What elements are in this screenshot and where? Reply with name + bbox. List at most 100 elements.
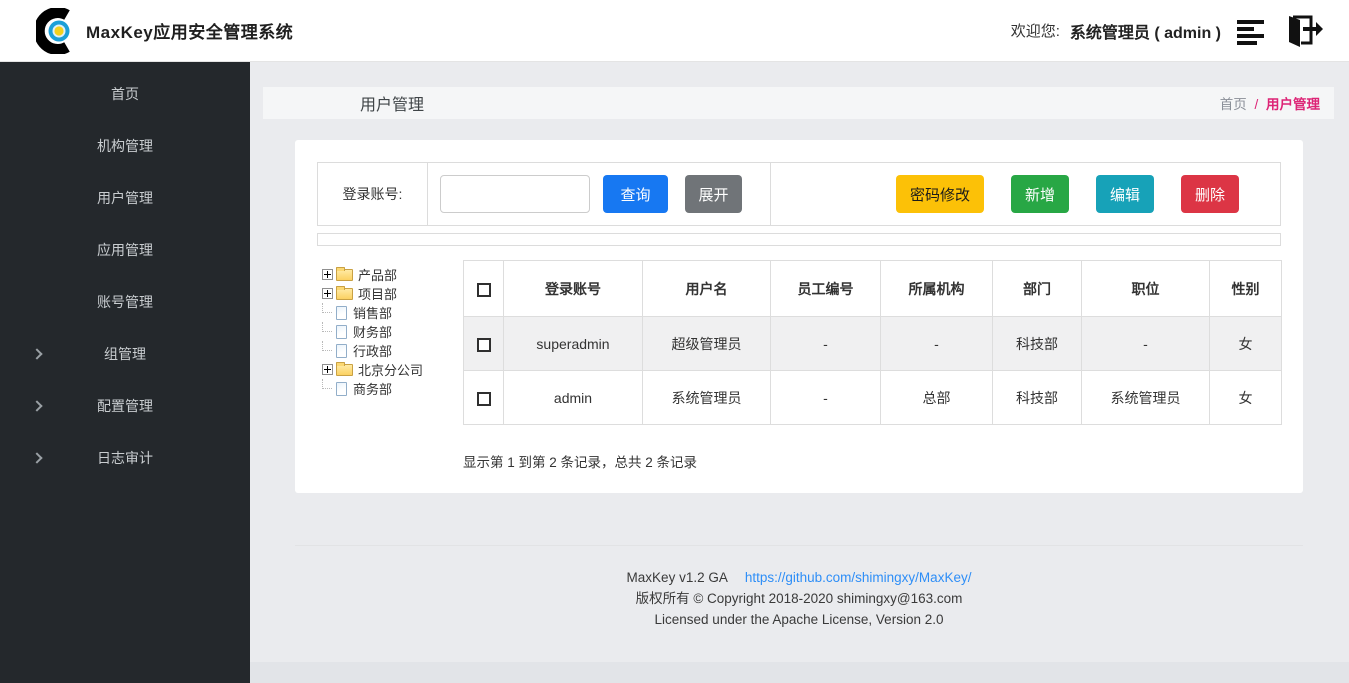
row-checkbox[interactable] bbox=[477, 338, 491, 352]
login-account-label: 登录账号: bbox=[318, 163, 428, 225]
query-button[interactable]: 查询 bbox=[603, 175, 668, 213]
table-cell: - bbox=[1082, 317, 1210, 371]
table-cell: 总部 bbox=[881, 371, 993, 425]
footer-divider bbox=[295, 545, 1303, 546]
tree-item-4[interactable]: 行政部 bbox=[322, 341, 463, 360]
breadcrumb-separator: / bbox=[1254, 97, 1258, 112]
logout-icon[interactable] bbox=[1283, 14, 1323, 48]
current-user-label: 系统管理员 ( admin ) bbox=[1070, 19, 1221, 43]
tree-item-label: 商务部 bbox=[353, 379, 392, 398]
tree-item-label: 北京分公司 bbox=[358, 360, 423, 379]
sidebar-item-account-management[interactable]: 账号管理 bbox=[0, 276, 250, 328]
sidebar-item-org-management[interactable]: 机构管理 bbox=[0, 120, 250, 172]
table-cell: - bbox=[771, 317, 881, 371]
footer-version: MaxKey v1.2 GA bbox=[627, 570, 728, 585]
sidebar-item-user-management[interactable]: 用户管理 bbox=[0, 172, 250, 224]
user-table-wrap: 登录账号用户名员工编号所属机构部门职位性别 superadmin超级管理员--科… bbox=[463, 260, 1282, 425]
footer-github-link[interactable]: https://github.com/shimingxy/MaxKey/ bbox=[745, 570, 972, 585]
breadcrumb-current: 用户管理 bbox=[1266, 97, 1320, 112]
expand-button[interactable]: 展开 bbox=[685, 175, 742, 213]
sidebar-item-log-audit[interactable]: 日志审计 bbox=[0, 432, 250, 484]
add-button[interactable]: 新增 bbox=[1011, 175, 1069, 213]
sidebar-item-home[interactable]: 首页 bbox=[0, 68, 250, 120]
tree-item-label: 产品部 bbox=[358, 265, 397, 284]
row-checkbox[interactable] bbox=[477, 392, 491, 406]
sidebar-item-label: 组管理 bbox=[104, 344, 146, 364]
row-select-cell bbox=[464, 371, 504, 425]
bottom-band bbox=[250, 662, 1349, 683]
table-row: admin系统管理员-总部科技部系统管理员女 bbox=[464, 371, 1282, 425]
sidebar-item-config-management[interactable]: 配置管理 bbox=[0, 380, 250, 432]
tree-expand-icon[interactable] bbox=[322, 269, 333, 280]
file-icon bbox=[336, 306, 347, 320]
delete-button[interactable]: 删除 bbox=[1181, 175, 1239, 213]
column-header: 部门 bbox=[993, 261, 1082, 317]
tree-item-label: 项目部 bbox=[358, 284, 397, 303]
user-table: 登录账号用户名员工编号所属机构部门职位性别 superadmin超级管理员--科… bbox=[463, 260, 1282, 425]
main-area: 用户管理 首页 / 用户管理 登录账号: 查询 展开 密码修改新增编辑删除 产品… bbox=[250, 62, 1349, 683]
edit-button[interactable]: 编辑 bbox=[1096, 175, 1154, 213]
sidebar-item-label: 首页 bbox=[111, 84, 139, 104]
maxkey-logo-icon bbox=[36, 8, 82, 54]
select-all-checkbox[interactable] bbox=[477, 283, 491, 297]
table-cell: 女 bbox=[1210, 317, 1282, 371]
collapsed-filter-bar bbox=[317, 233, 1281, 246]
breadcrumb: 首页 / 用户管理 bbox=[1220, 93, 1320, 113]
table-cell: 系统管理员 bbox=[643, 371, 771, 425]
login-account-input[interactable] bbox=[440, 175, 590, 213]
sidebar-item-app-management[interactable]: 应用管理 bbox=[0, 224, 250, 276]
column-header: 职位 bbox=[1082, 261, 1210, 317]
chevron-right-icon bbox=[31, 452, 42, 463]
folder-icon bbox=[336, 288, 353, 300]
sidebar-item-label: 账号管理 bbox=[97, 292, 153, 312]
sidebar-item-group-management[interactable]: 组管理 bbox=[0, 328, 250, 380]
tree-connector bbox=[322, 322, 332, 332]
table-cell: 超级管理员 bbox=[643, 317, 771, 371]
search-panel: 登录账号: 查询 展开 密码修改新增编辑删除 bbox=[317, 162, 1281, 226]
file-icon bbox=[336, 344, 347, 358]
tree-item-5[interactable]: 北京分公司 bbox=[322, 360, 463, 379]
breadcrumb-home-link[interactable]: 首页 bbox=[1220, 97, 1247, 112]
session-list-icon[interactable] bbox=[1235, 16, 1269, 46]
table-cell: 女 bbox=[1210, 371, 1282, 425]
tree-item-1[interactable]: 项目部 bbox=[322, 284, 463, 303]
sidebar-item-label: 配置管理 bbox=[97, 396, 153, 416]
row-select-cell bbox=[464, 317, 504, 371]
page-title: 用户管理 bbox=[360, 91, 424, 115]
chevron-right-icon bbox=[31, 348, 42, 359]
action-buttons: 密码修改新增编辑删除 bbox=[771, 163, 1280, 225]
tree-connector bbox=[322, 379, 332, 389]
sidebar-item-label: 用户管理 bbox=[97, 188, 153, 208]
table-cell: admin bbox=[504, 371, 643, 425]
footer-version-line: MaxKey v1.2 GA https://github.com/shimin… bbox=[295, 567, 1303, 588]
tree-item-label: 销售部 bbox=[353, 303, 392, 322]
table-cell: 科技部 bbox=[993, 371, 1082, 425]
records-summary: 显示第 1 到第 2 条记录，总共 2 条记录 bbox=[463, 451, 1281, 471]
change-password-button[interactable]: 密码修改 bbox=[896, 175, 984, 213]
sidebar-item-label: 日志审计 bbox=[97, 448, 153, 468]
top-header: MaxKey应用安全管理系统 欢迎您: 系统管理员 ( admin ) bbox=[0, 0, 1349, 62]
file-icon bbox=[336, 325, 347, 339]
sidebar: 首页机构管理用户管理应用管理账号管理组管理配置管理日志审计 bbox=[0, 62, 250, 683]
column-header: 员工编号 bbox=[771, 261, 881, 317]
tree-connector bbox=[322, 303, 332, 313]
page-title-bar: 用户管理 首页 / 用户管理 bbox=[263, 87, 1334, 119]
table-cell: - bbox=[881, 317, 993, 371]
table-cell: 科技部 bbox=[993, 317, 1082, 371]
sidebar-item-label: 应用管理 bbox=[97, 240, 153, 260]
column-header: 所属机构 bbox=[881, 261, 993, 317]
tree-item-3[interactable]: 财务部 bbox=[322, 322, 463, 341]
tree-item-2[interactable]: 销售部 bbox=[322, 303, 463, 322]
folder-icon bbox=[336, 364, 353, 376]
tree-expand-icon[interactable] bbox=[322, 364, 333, 375]
column-header: 登录账号 bbox=[504, 261, 643, 317]
tree-expand-icon[interactable] bbox=[322, 288, 333, 299]
tree-item-6[interactable]: 商务部 bbox=[322, 379, 463, 398]
select-all-header-cell bbox=[464, 261, 504, 317]
department-tree: 产品部项目部销售部财务部行政部北京分公司商务部 bbox=[317, 260, 463, 425]
tree-item-0[interactable]: 产品部 bbox=[322, 265, 463, 284]
table-cell: 系统管理员 bbox=[1082, 371, 1210, 425]
table-header-row: 登录账号用户名员工编号所属机构部门职位性别 bbox=[464, 261, 1282, 317]
table-cell: - bbox=[771, 371, 881, 425]
chevron-right-icon bbox=[31, 400, 42, 411]
